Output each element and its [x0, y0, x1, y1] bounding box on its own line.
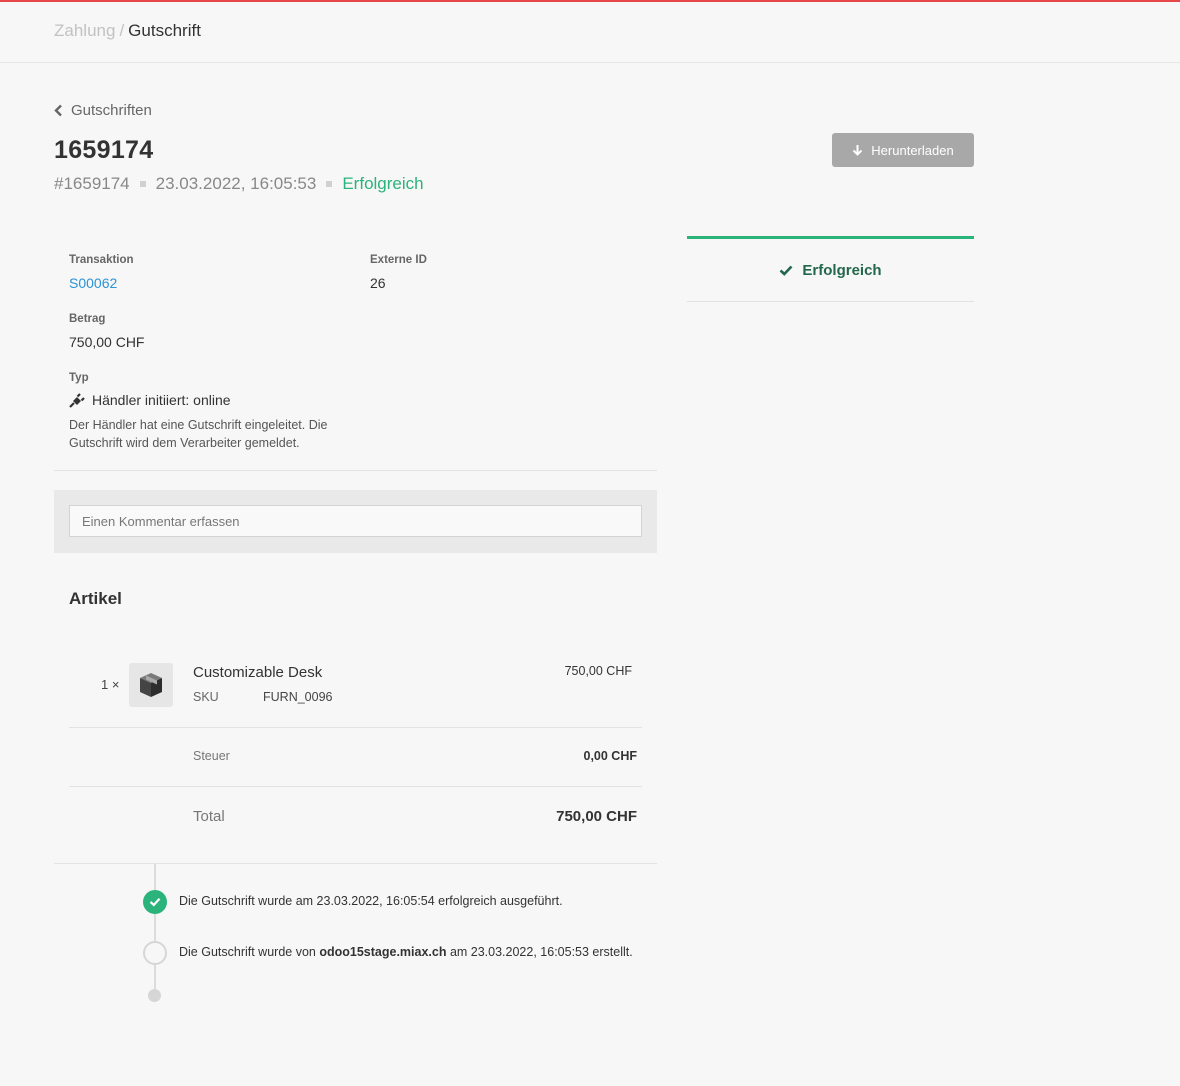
timeline-entry: Die Gutschrift wurde am 23.03.2022, 16:0…	[179, 894, 563, 908]
timeline-entry-host: odoo15stage.miax.ch	[319, 945, 447, 959]
breadcrumb-current: Gutschrift	[128, 21, 201, 40]
box-icon	[140, 673, 162, 697]
timeline-entry: Die Gutschrift wurde von odoo15stage.mia…	[179, 945, 633, 959]
plug-icon	[69, 392, 85, 408]
product-thumbnail	[129, 663, 173, 707]
divider	[69, 727, 642, 728]
timeline-entry-prefix: Die Gutschrift wurde von	[179, 945, 320, 959]
timeline-connector	[154, 864, 156, 890]
sku-value: FURN_0096	[263, 690, 333, 704]
product-name: Customizable Desk	[193, 664, 323, 681]
download-button[interactable]: Herunterladen	[832, 133, 974, 167]
divider	[69, 786, 642, 787]
page-title: 1659174	[54, 136, 154, 164]
timeline-success-icon	[143, 890, 167, 914]
timeline-connector	[154, 965, 156, 989]
type-label: Typ	[69, 372, 89, 384]
status-text: Erfolgreich	[342, 174, 424, 193]
comment-section	[54, 490, 657, 553]
divider	[54, 470, 657, 471]
timeline-entry-suffix: am 23.03.2022, 16:05:53 erstellt.	[446, 945, 633, 959]
arrow-down-icon	[853, 145, 863, 156]
chevron-left-icon	[54, 104, 62, 117]
download-button-label: Herunterladen	[871, 142, 954, 158]
amount-value: 750,00 CHF	[69, 334, 145, 350]
meta-datetime: 23.03.2022, 16:05:53	[155, 174, 317, 193]
status-card-label: Erfolgreich	[802, 261, 882, 279]
meta-separator	[326, 181, 333, 187]
meta-reference: #1659174	[54, 174, 130, 193]
type-value: Händler initiiert: online	[92, 392, 231, 408]
type-value-row: Händler initiiert: online	[69, 392, 231, 408]
header-bar: Zahlung / Gutschrift	[0, 2, 1180, 63]
page-meta: #1659174 23.03.2022, 16:05:53 Erfolgreic…	[54, 174, 424, 194]
external-id-label: Externe ID	[370, 254, 427, 266]
timeline-end-dot	[148, 989, 161, 1002]
breadcrumb-separator: /	[119, 21, 125, 40]
divider	[54, 863, 657, 864]
amount-label: Betrag	[69, 313, 106, 325]
items-heading: Artikel	[69, 589, 122, 608]
status-card: Erfolgreich	[687, 236, 974, 302]
comment-input[interactable]	[69, 505, 642, 537]
item-quantity: 1 ×	[101, 677, 120, 692]
tax-value: 0,00 CHF	[583, 749, 638, 763]
sku-label: SKU	[193, 690, 219, 704]
breadcrumb: Zahlung / Gutschrift	[54, 21, 201, 41]
transaction-label: Transaktion	[69, 254, 134, 266]
check-icon	[149, 898, 161, 907]
external-id-value: 26	[370, 275, 386, 291]
line-price: 750,00 CHF	[564, 664, 632, 678]
type-description: Der Händler hat eine Gutschrift eingelei…	[69, 418, 328, 450]
transaction-link[interactable]: S00062	[69, 275, 117, 291]
back-link-label: Gutschriften	[71, 102, 152, 119]
back-link[interactable]: Gutschriften	[54, 102, 152, 119]
check-icon	[780, 265, 793, 276]
total-value: 750,00 CHF	[556, 808, 637, 825]
meta-separator	[139, 181, 146, 187]
total-label: Total	[193, 808, 225, 825]
breadcrumb-parent[interactable]: Zahlung	[54, 21, 115, 40]
timeline-connector	[154, 914, 156, 941]
tax-label: Steuer	[193, 749, 230, 763]
timeline-pending-icon	[143, 941, 167, 965]
